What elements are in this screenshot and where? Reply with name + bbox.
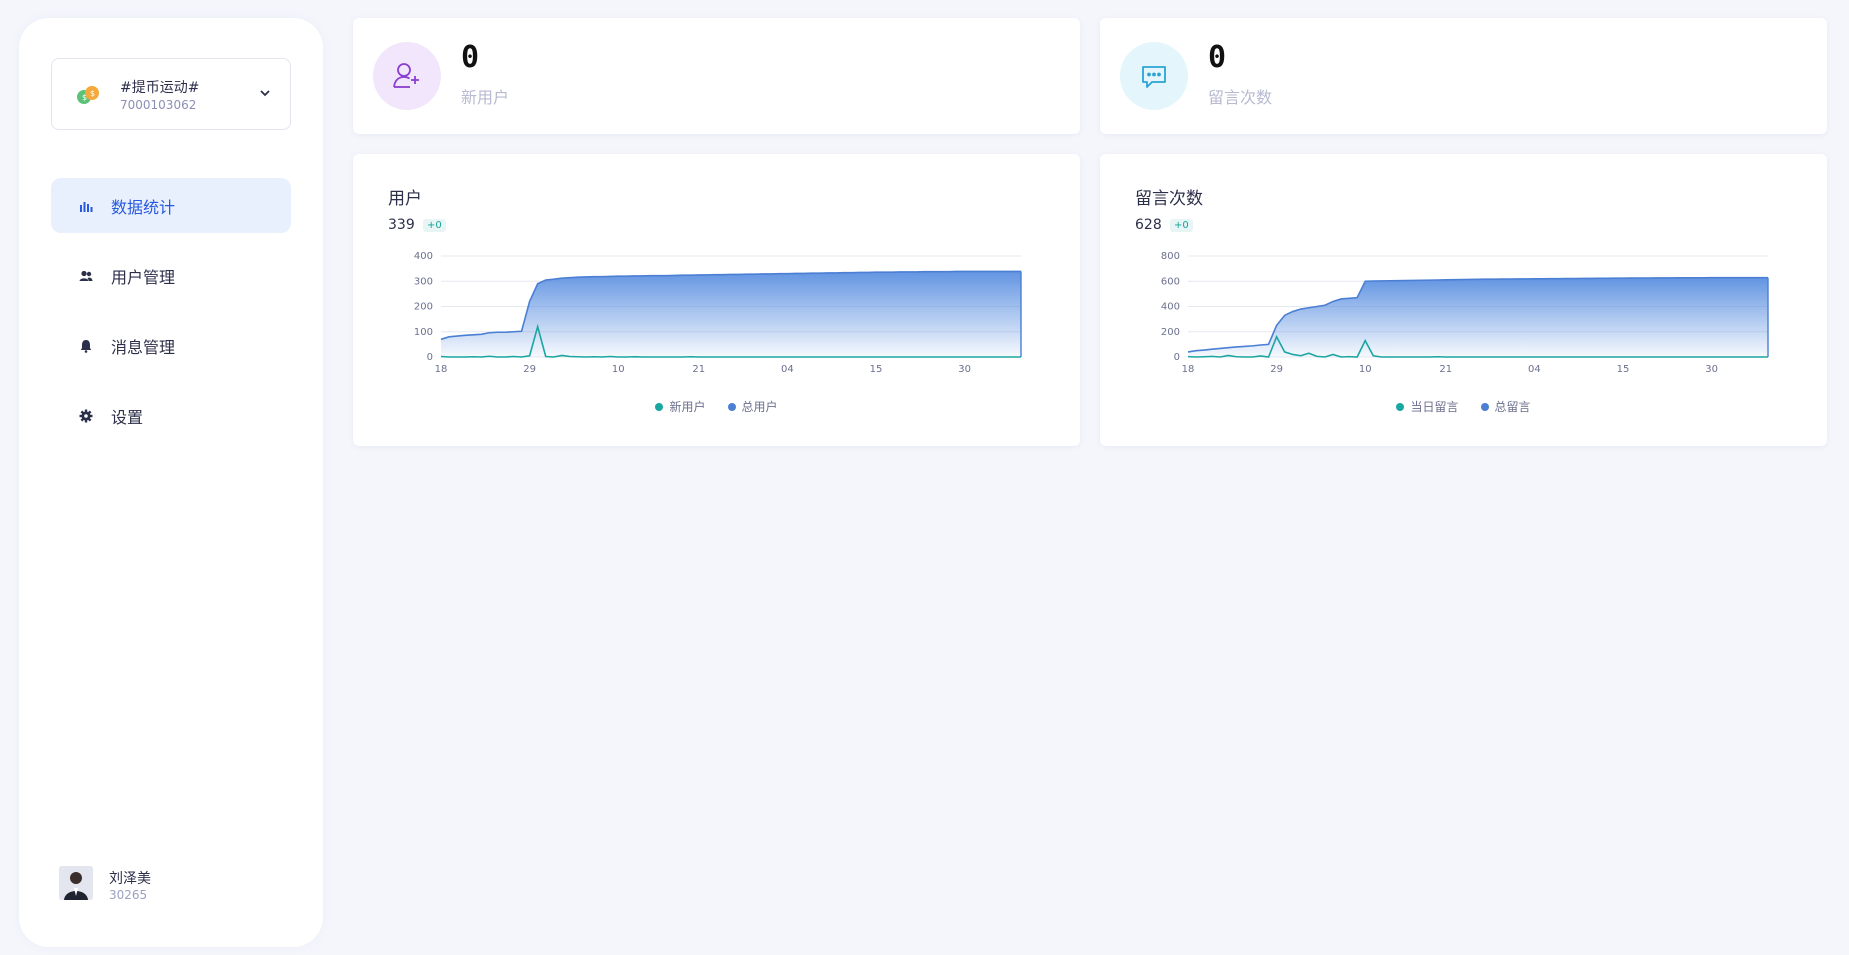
bar-chart-icon	[79, 199, 93, 213]
legend-item[interactable]: 新用户	[655, 398, 706, 415]
x-tick-label: 30	[958, 364, 971, 375]
legend-dot	[655, 402, 664, 411]
total-series-area	[441, 271, 1021, 357]
x-tick-label: 21	[1439, 364, 1452, 375]
nav-item-label: 用户管理	[111, 267, 176, 287]
chart-legend: 新用户 总用户	[353, 398, 1080, 415]
account-name: #提币运动#	[120, 80, 200, 96]
chevron-down-icon[interactable]	[258, 85, 272, 99]
y-tick-label: 0	[427, 352, 433, 363]
avatar	[59, 866, 93, 900]
stat-card-messages: 0 留言次数	[1100, 18, 1827, 134]
chart-card-users: 用户 339 +0 0 100 200 300 400 18 29 10 21 04 15 30 新用…	[353, 154, 1080, 446]
bell-icon	[79, 339, 93, 353]
x-tick-label: 04	[1528, 364, 1541, 375]
account-logo: $ $	[72, 79, 104, 111]
y-tick-label: 300	[414, 276, 433, 287]
nav-item-messages[interactable]: 消息管理	[51, 318, 291, 373]
x-tick-label: 29	[1270, 364, 1283, 375]
messages-label: 留言次数	[1208, 88, 1273, 107]
nav-item-label: 设置	[111, 407, 144, 427]
user-id: 30265	[109, 888, 148, 902]
total-series-area	[1188, 277, 1768, 357]
nav-item-users[interactable]: 用户管理	[51, 248, 291, 303]
y-tick-label: 200	[414, 302, 433, 313]
x-tick-label: 04	[781, 364, 794, 375]
nav-item-settings[interactable]: 设置	[51, 388, 291, 443]
x-tick-label: 10	[1359, 364, 1372, 375]
gear-icon	[79, 409, 93, 423]
legend-item[interactable]: 总留言	[1480, 398, 1531, 415]
chart-legend: 当日留言 总留言	[1100, 398, 1827, 415]
add-user-icon	[373, 42, 441, 110]
account-switcher[interactable]: $ $ #提币运动# 7000103062	[51, 58, 291, 130]
legend-label: 新用户	[669, 400, 706, 414]
new-users-value: 0	[461, 40, 480, 75]
y-tick-label: 400	[1161, 302, 1180, 313]
users-icon	[79, 269, 93, 283]
svg-text:$: $	[82, 93, 87, 102]
x-tick-label: 21	[692, 364, 705, 375]
x-tick-label: 15	[870, 364, 883, 375]
sidebar: $ $ #提币运动# 7000103062 数据统计 用户管理 消息管理 设置	[19, 18, 323, 947]
legend-dot	[1396, 402, 1405, 411]
legend-label: 当日留言	[1410, 400, 1459, 414]
x-tick-label: 18	[435, 364, 448, 375]
new-users-label: 新用户	[461, 88, 510, 107]
svg-text:$: $	[90, 89, 95, 98]
x-tick-label: 30	[1705, 364, 1718, 375]
nav-item-label: 消息管理	[111, 337, 176, 357]
x-tick-label: 18	[1182, 364, 1195, 375]
current-user[interactable]: 刘泽美 30265	[59, 866, 299, 916]
chart-plot: 0 200 400 600 800 18 29 10 21 04 15 30	[1161, 251, 1769, 375]
x-tick-label: 15	[1617, 364, 1630, 375]
legend-label: 总用户	[741, 400, 778, 414]
y-tick-label: 400	[414, 251, 433, 262]
nav-item-label: 数据统计	[111, 197, 176, 217]
legend-dot	[1480, 402, 1489, 411]
chart-card-messages: 留言次数 628 +0 0 200 400 600 800 18 29 10 21 04 15 30 …	[1100, 154, 1827, 446]
stat-card-new-users: 0 新用户	[353, 18, 1080, 134]
y-tick-label: 100	[414, 327, 433, 338]
nav-item-statistics[interactable]: 数据统计	[51, 178, 291, 233]
account-id: 7000103062	[120, 98, 197, 112]
y-tick-label: 0	[1174, 352, 1180, 363]
message-icon	[1120, 42, 1188, 110]
y-tick-label: 600	[1161, 276, 1180, 287]
y-tick-label: 200	[1161, 327, 1180, 338]
legend-item[interactable]: 当日留言	[1396, 398, 1459, 415]
y-tick-label: 800	[1161, 251, 1180, 262]
legend-item[interactable]: 总用户	[727, 398, 778, 415]
x-tick-label: 29	[523, 364, 536, 375]
chart-plot: 0 100 200 300 400 18 29 10 21 04 15 30	[414, 251, 1022, 375]
messages-value: 0	[1208, 40, 1227, 75]
legend-dot	[727, 402, 736, 411]
x-tick-label: 10	[612, 364, 625, 375]
user-name: 刘泽美	[109, 871, 151, 887]
legend-label: 总留言	[1494, 400, 1531, 414]
